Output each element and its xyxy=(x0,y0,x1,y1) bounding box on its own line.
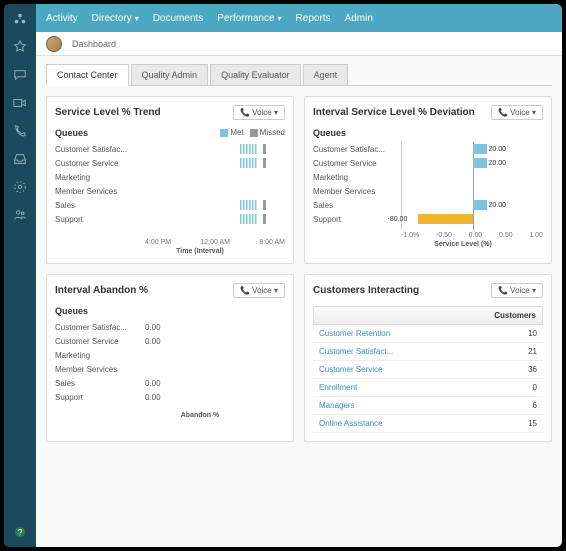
queue-link[interactable]: Enrollment xyxy=(319,383,357,392)
svg-text:?: ? xyxy=(18,528,23,538)
queue-link[interactable]: Managers xyxy=(319,401,355,410)
abandon-row: Support0.00 xyxy=(55,390,285,404)
queue-row: Member Services xyxy=(313,184,401,198)
abandon-row: Customer Satisfac...0.00 xyxy=(55,320,285,334)
chat-icon[interactable] xyxy=(13,68,27,82)
queues-header: Queues xyxy=(55,128,88,138)
legend: Met Missed xyxy=(220,128,285,142)
customer-row: Customer Satisfact...21 xyxy=(313,343,543,361)
customer-row: Customer Retention10 xyxy=(313,325,543,343)
tab-agent[interactable]: Agent xyxy=(303,64,349,85)
queue-link[interactable]: Customer Satisfact... xyxy=(319,347,393,356)
abandon-row: Member Services xyxy=(55,362,285,376)
nav-activity[interactable]: Activity xyxy=(46,13,78,24)
x-axis-label: Abandon % xyxy=(55,412,285,419)
users-icon[interactable] xyxy=(13,208,27,222)
customers-column-header: Customers xyxy=(313,306,543,325)
subheader: Dashboard xyxy=(36,32,562,56)
panel-abandon: Interval Abandon % 📞 Voice ▾ Queues Cust… xyxy=(46,274,294,442)
help-icon[interactable]: ? xyxy=(13,525,27,539)
queue-link[interactable]: Online Assistance xyxy=(319,419,383,428)
x-tick: 8:00 AM xyxy=(259,239,285,246)
x-axis-label: Service Level (%) xyxy=(313,241,543,248)
x-tick: 0.50 xyxy=(499,232,513,239)
panel-deviation: Interval Service Level % Deviation 📞 Voi… xyxy=(304,96,552,264)
queue-row: Support xyxy=(55,212,145,226)
dashboard-tabs: Contact Center Quality Admin Quality Eva… xyxy=(46,64,552,86)
avatar[interactable] xyxy=(46,36,62,52)
tab-quality-admin[interactable]: Quality Admin xyxy=(131,64,209,85)
x-tick: 1.00 xyxy=(529,232,543,239)
legend-met-swatch xyxy=(220,129,228,137)
chevron-down-icon: ▾ xyxy=(135,14,139,23)
queue-row: Marketing xyxy=(313,170,401,184)
queue-row: Customer Service xyxy=(55,156,145,170)
star-icon[interactable] xyxy=(13,40,27,54)
customer-row: Enrollment0 xyxy=(313,379,543,397)
voice-dropdown-button[interactable]: 📞 Voice ▾ xyxy=(233,283,285,298)
customer-row: Customer Service36 xyxy=(313,361,543,379)
phone-icon[interactable] xyxy=(13,124,27,138)
queue-row: Customer Satisfac... xyxy=(313,142,401,156)
voice-dropdown-button[interactable]: 📞 Voice ▾ xyxy=(233,105,285,120)
abandon-row: Marketing xyxy=(55,348,285,362)
abandon-row: Sales0.00 xyxy=(55,376,285,390)
voice-dropdown-button[interactable]: 📞 Voice ▾ xyxy=(491,283,543,298)
inbox-icon[interactable] xyxy=(13,152,27,166)
queue-row: Sales xyxy=(313,198,401,212)
panel-customers-interacting: Customers Interacting 📞 Voice ▾ Customer… xyxy=(304,274,552,442)
voice-dropdown-button[interactable]: 📞 Voice ▾ xyxy=(491,105,543,120)
breadcrumb: Dashboard xyxy=(72,39,116,49)
queue-row: Sales xyxy=(55,198,145,212)
panel-service-level-trend: Service Level % Trend 📞 Voice ▾ Queues M… xyxy=(46,96,294,264)
x-tick: -1.0% xyxy=(401,232,419,239)
nav-directory[interactable]: Directory▾ xyxy=(92,13,139,24)
nav-documents[interactable]: Documents xyxy=(153,13,204,24)
tab-contact-center[interactable]: Contact Center xyxy=(46,64,129,86)
customer-row: Managers6 xyxy=(313,397,543,415)
queues-header: Queues xyxy=(55,306,285,316)
legend-missed-swatch xyxy=(250,129,258,137)
gear-icon[interactable] xyxy=(13,180,27,194)
nav-admin[interactable]: Admin xyxy=(345,13,373,24)
queues-header: Queues xyxy=(313,128,543,138)
panel-title: Interval Service Level % Deviation xyxy=(313,107,475,118)
queue-row: Customer Service xyxy=(313,156,401,170)
panel-title: Customers Interacting xyxy=(313,285,419,296)
org-icon[interactable] xyxy=(13,12,27,26)
nav-reports[interactable]: Reports xyxy=(296,13,331,24)
queue-link[interactable]: Customer Retention xyxy=(319,329,390,338)
x-axis-label: Time (Interval) xyxy=(55,248,285,255)
left-sidebar: ? xyxy=(4,4,36,547)
abandon-row: Customer Service0.00 xyxy=(55,334,285,348)
nav-performance[interactable]: Performance▾ xyxy=(217,13,281,24)
panel-title: Interval Abandon % xyxy=(55,285,148,296)
trend-chart-plot xyxy=(145,142,285,237)
deviation-chart-plot: 20.00 20.00 20.00 -80.00 xyxy=(401,142,543,230)
queue-link[interactable]: Customer Service xyxy=(319,365,383,374)
queue-row: Marketing xyxy=(55,170,145,184)
video-icon[interactable] xyxy=(13,96,27,110)
queue-row: Member Services xyxy=(55,184,145,198)
panel-title: Service Level % Trend xyxy=(55,107,161,118)
x-tick: 12:00 AM xyxy=(200,239,230,246)
tab-quality-evaluator[interactable]: Quality Evaluator xyxy=(210,64,301,85)
chevron-down-icon: ▾ xyxy=(278,14,282,23)
x-tick: 4:00 PM xyxy=(145,239,171,246)
x-tick: 0.00 xyxy=(469,232,483,239)
queue-row: Customer Satisfac... xyxy=(55,142,145,156)
top-nav: Activity Directory▾ Documents Performanc… xyxy=(36,4,562,32)
customer-row: Online Assistance15 xyxy=(313,415,543,433)
x-tick: -0.50 xyxy=(436,232,452,239)
